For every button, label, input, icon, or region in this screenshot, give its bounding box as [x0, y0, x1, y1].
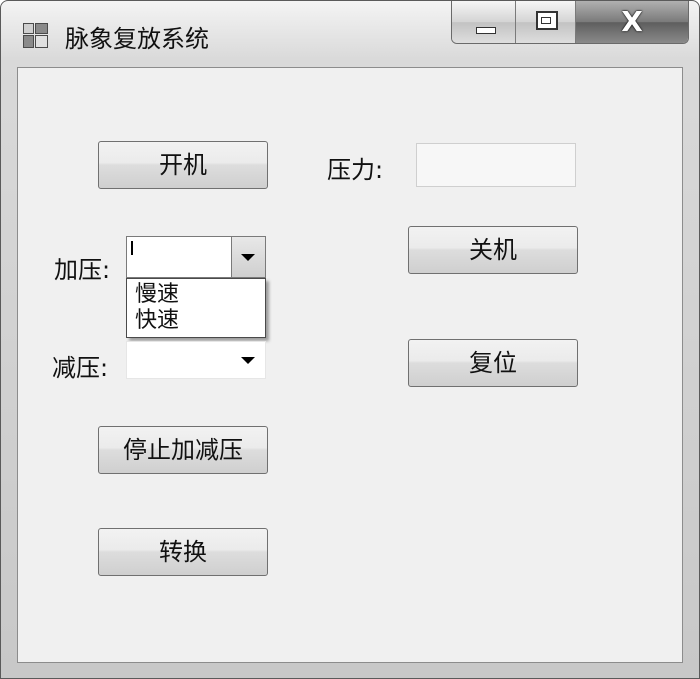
depressurize-label: 减压:	[52, 354, 109, 382]
form-client-area: 开机 压力: 加压: 慢速 快速 关机 减压: 复位 停止加减压 转换	[17, 67, 683, 663]
maximize-button[interactable]	[516, 1, 576, 43]
app-icon	[23, 23, 49, 49]
chevron-down-icon[interactable]	[241, 357, 255, 364]
stop-pressure-button[interactable]: 停止加减压	[98, 426, 268, 474]
pressurize-dropdown-button[interactable]	[231, 237, 265, 277]
power-off-button[interactable]: 关机	[408, 226, 578, 274]
minimize-icon	[476, 27, 496, 34]
close-icon: X	[621, 5, 643, 38]
chevron-down-icon	[241, 254, 255, 261]
main-window: 脉象复放系统 X 开机 压力: 加压: 慢速 快速 关机 减压: 复位 停止加减…	[0, 0, 700, 679]
text-caret	[131, 241, 133, 255]
window-controls: X	[451, 1, 689, 44]
pressurize-combo[interactable]	[126, 236, 266, 278]
minimize-button[interactable]	[452, 1, 516, 43]
depressurize-combo[interactable]	[126, 341, 266, 379]
maximize-icon	[536, 11, 558, 30]
dropdown-option-fast[interactable]: 快速	[127, 308, 265, 334]
title-bar[interactable]: 脉象复放系统 X	[1, 1, 699, 67]
pressure-field[interactable]	[416, 143, 576, 187]
power-on-button[interactable]: 开机	[98, 141, 268, 189]
window-title: 脉象复放系统	[65, 25, 209, 53]
pressurize-label: 加压:	[54, 256, 111, 284]
dropdown-option-slow[interactable]: 慢速	[127, 282, 265, 308]
switch-button[interactable]: 转换	[98, 528, 268, 576]
pressurize-dropdown-list: 慢速 快速	[126, 278, 266, 338]
close-button[interactable]: X	[576, 1, 688, 43]
pressure-label: 压力:	[327, 156, 384, 184]
reset-button[interactable]: 复位	[408, 339, 578, 387]
